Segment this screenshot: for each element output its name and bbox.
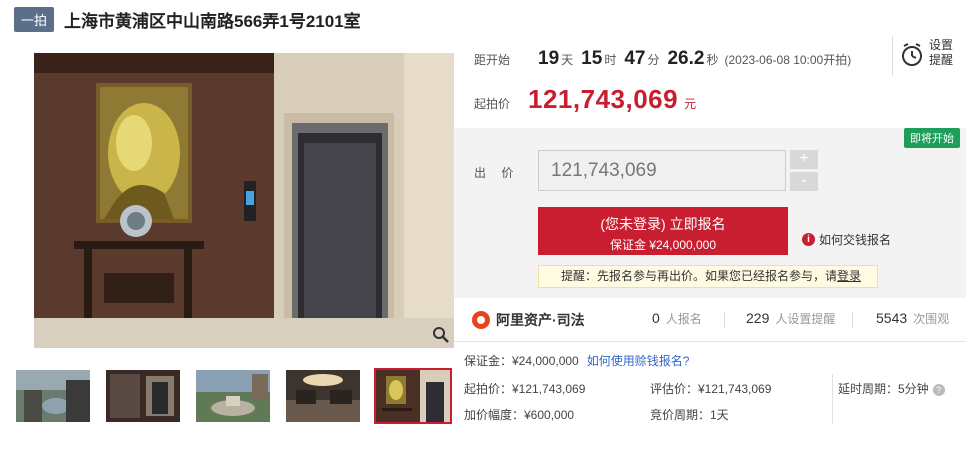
- delay-value: 延时周期：5分钟: [838, 382, 929, 396]
- help-icon[interactable]: ?: [932, 384, 945, 396]
- ali-assets-icon: [472, 311, 490, 329]
- signup-button-label: (您未登录) 立即报名: [600, 216, 726, 232]
- thumbnail-5-selected[interactable]: [374, 368, 452, 424]
- countdown-seconds-unit: 秒: [706, 53, 719, 67]
- remind-count: 229 人设置提醒: [746, 310, 835, 327]
- stats-bar: 阿里资产·司法 0 人报名 229 人设置提醒 5543 次围观: [454, 298, 966, 342]
- remind-count-unit: 人设置提醒: [775, 312, 836, 326]
- brand-name: 阿里资产·司法: [496, 312, 585, 328]
- countdown-hours-unit: 时: [604, 53, 617, 67]
- set-reminder-button[interactable]: 设置提醒: [892, 36, 966, 76]
- decrease-bid-button[interactable]: -: [790, 172, 818, 191]
- thumbnail-4[interactable]: [284, 368, 362, 424]
- bid-amount-input[interactable]: 121,743,069: [538, 150, 786, 191]
- start-price-row: 起拍价 121,743,069 元: [474, 84, 696, 115]
- auction-round-badge: 一拍: [14, 6, 55, 32]
- bid-stepper: + -: [790, 150, 818, 194]
- set-reminder-label: 设置提醒: [929, 38, 954, 67]
- view-count-unit: 次围观: [913, 312, 950, 326]
- increment-detail: 加价幅度：¥600,000: [464, 408, 575, 422]
- signup-count-value: 0: [652, 310, 660, 326]
- deposit-help-link[interactable]: 如何使用赊钱报名?: [587, 354, 690, 368]
- divider: [852, 312, 853, 328]
- status-badge: 即将开始: [904, 128, 960, 148]
- countdown-minutes-unit: 分: [647, 53, 660, 67]
- countdown: 距开始 19 天 15 时 47 分 26.2 秒 (2023-06-08 10…: [474, 48, 851, 70]
- tip-text: 提醒：先报名参与再出价。如果您已经报名参与，请: [561, 269, 838, 283]
- countdown-days-unit: 天: [561, 53, 574, 67]
- bid-panel: 即将开始 出 价 121,743,069 + - (您未登录) 立即报名 保证金…: [454, 128, 966, 298]
- title-bar: 一拍 上海市黄浦区中山南路566弄1号2101室: [14, 6, 361, 32]
- login-tip: 提醒：先报名参与再出价。如果您已经报名参与，请登录: [538, 265, 878, 288]
- divider: [724, 312, 725, 328]
- bid-cycle-detail: 竞价周期：1天: [650, 408, 729, 422]
- deposit-row: 保证金：¥24,000,000 如何使用赊钱报名?: [464, 352, 689, 369]
- countdown-days: 19: [538, 48, 560, 69]
- info-icon: i: [802, 233, 815, 246]
- start-time: (2023-06-08 10:00开拍): [724, 53, 852, 67]
- start-price-value: 121,743,069: [528, 84, 679, 114]
- countdown-hours: 15: [581, 48, 603, 69]
- delay-detail: 延时周期：5分钟?: [838, 380, 945, 397]
- zoom-icon[interactable]: [432, 326, 450, 344]
- main-photo[interactable]: [34, 53, 454, 348]
- page-title: 上海市黄浦区中山南路566弄1号2101室: [64, 11, 361, 31]
- view-count-value: 5543: [876, 310, 908, 326]
- how-to-pay-link[interactable]: i 如何交钱报名: [802, 231, 891, 248]
- how-to-pay-label: 如何交钱报名: [819, 233, 892, 247]
- appraisal-detail: 评估价：¥121,743,069: [650, 382, 772, 396]
- signup-count-unit: 人报名: [665, 312, 702, 326]
- thumbnail-1[interactable]: [14, 368, 92, 424]
- thumbnail-3[interactable]: [194, 368, 272, 424]
- deposit-value: 保证金：¥24,000,000: [464, 354, 579, 368]
- increase-bid-button[interactable]: +: [790, 150, 818, 169]
- signup-button[interactable]: (您未登录) 立即报名 保证金 ¥24,000,000: [538, 207, 788, 255]
- lobby-photo: [34, 53, 454, 348]
- start-price-label: 起拍价: [474, 97, 511, 111]
- alarm-clock-icon: [901, 43, 923, 67]
- start-price-detail: 起拍价：¥121,743,069: [464, 382, 586, 396]
- thumbnail-strip: [14, 368, 464, 424]
- start-price-unit: 元: [684, 97, 697, 111]
- bid-label: 出 价: [474, 166, 520, 180]
- countdown-minutes: 47: [624, 48, 646, 69]
- signup-count: 0 人报名: [652, 310, 702, 327]
- divider: [832, 374, 833, 424]
- login-link[interactable]: 登录: [837, 269, 861, 283]
- brand-logo: 阿里资产·司法: [472, 310, 585, 330]
- thumbnail-2[interactable]: [104, 368, 182, 424]
- countdown-label: 距开始: [474, 53, 511, 67]
- view-count: 5543 次围观: [876, 310, 949, 327]
- remind-count-value: 229: [746, 310, 770, 326]
- auction-info: 距开始 19 天 15 时 47 分 26.2 秒 (2023-06-08 10…: [454, 36, 966, 128]
- countdown-seconds: 26.2: [667, 48, 705, 69]
- signup-deposit-label: 保证金 ¥24,000,000: [609, 238, 717, 252]
